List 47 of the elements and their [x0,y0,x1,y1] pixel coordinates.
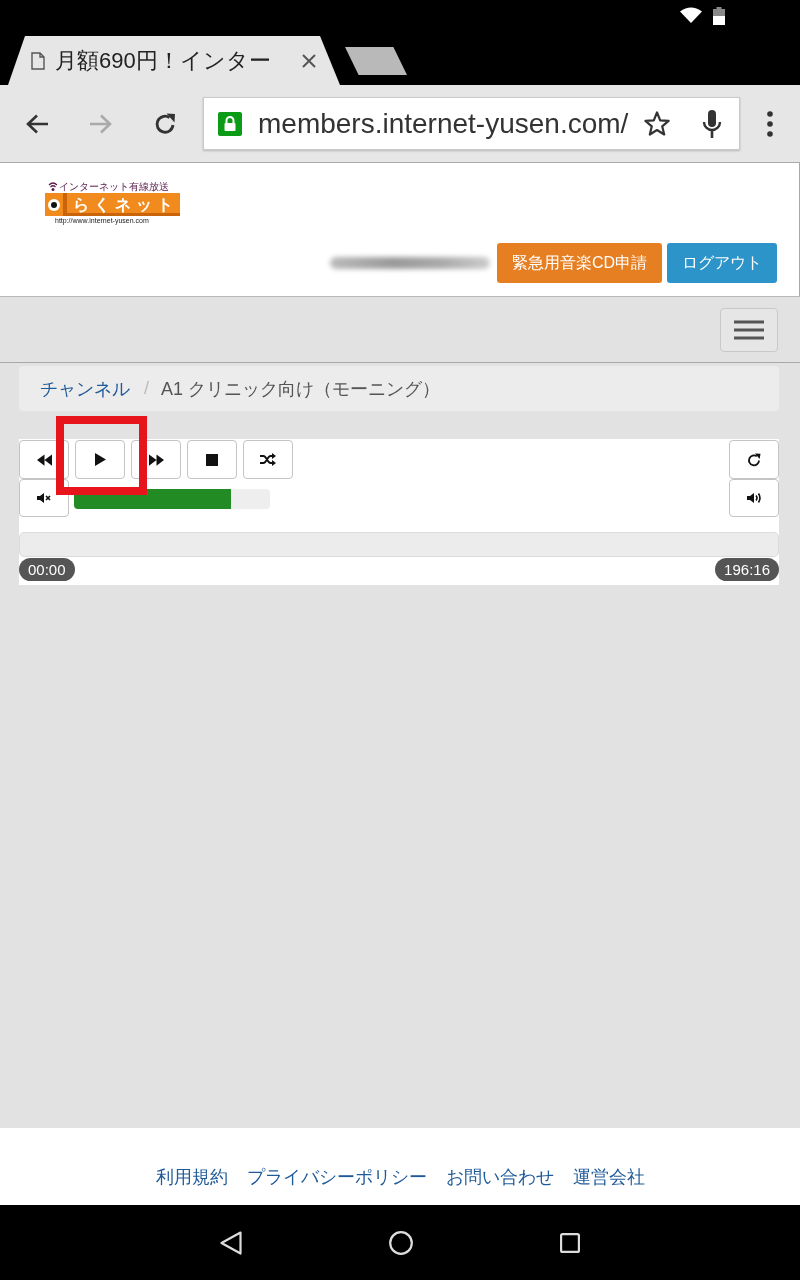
more-menu-icon[interactable] [767,110,773,137]
breadcrumb-link[interactable]: チャンネル [40,376,130,401]
play-icon [94,453,106,466]
shuffle-button[interactable] [243,440,293,479]
url-text: members.internet-yusen.com/ [258,107,629,140]
footer-link[interactable]: 運営会社 [572,1165,645,1189]
fast-forward-icon [148,453,164,466]
reload-icon[interactable] [154,112,176,135]
tab-title: 月額690円！インター [55,46,271,75]
stop-icon [206,453,218,466]
star-icon[interactable] [644,111,670,136]
microphone-icon[interactable] [702,109,722,138]
address-bar[interactable]: members.internet-yusen.com/ [203,97,740,150]
stop-button[interactable] [187,440,237,479]
reload-icon [747,452,761,467]
elapsed-time: 00:00 [19,558,75,581]
footer-link[interactable]: 利用規約 [155,1165,228,1189]
progress-track[interactable] [19,532,779,557]
mute-icon [37,493,51,503]
play-button[interactable] [75,440,125,479]
battery-icon [713,7,725,25]
recents-icon[interactable] [560,1232,580,1253]
breadcrumb-current: A1 クリニック向け（モーニング） [161,377,441,401]
volume-button[interactable] [729,479,779,517]
close-icon[interactable] [302,53,316,68]
footer-link[interactable]: プライバシーポリシー [246,1165,427,1189]
home-icon[interactable] [389,1230,413,1255]
page-icon [31,51,45,70]
logo-mark-icon [45,193,67,216]
logo-tagline: インターネット有線放送 [59,181,169,192]
logo-name: らくネット [67,193,180,216]
rewind-icon [36,453,52,466]
wifi-icon [680,7,702,23]
menu-button[interactable] [720,307,778,352]
browser-tab[interactable]: 月額690円！インター [8,36,340,85]
menu-icon [734,319,764,340]
back-arrow-icon[interactable] [26,113,48,134]
volume-icon [746,492,762,504]
mute-button[interactable] [19,479,69,517]
footer-link[interactable]: お問い合わせ [445,1165,554,1189]
antenna-icon [48,181,58,192]
shuffle-icon [260,453,276,466]
total-time: 196:16 [715,558,779,581]
breadcrumb-separator: / [144,378,149,399]
reload-button[interactable] [729,440,779,479]
back-icon[interactable] [220,1230,242,1255]
lock-icon [218,111,242,136]
